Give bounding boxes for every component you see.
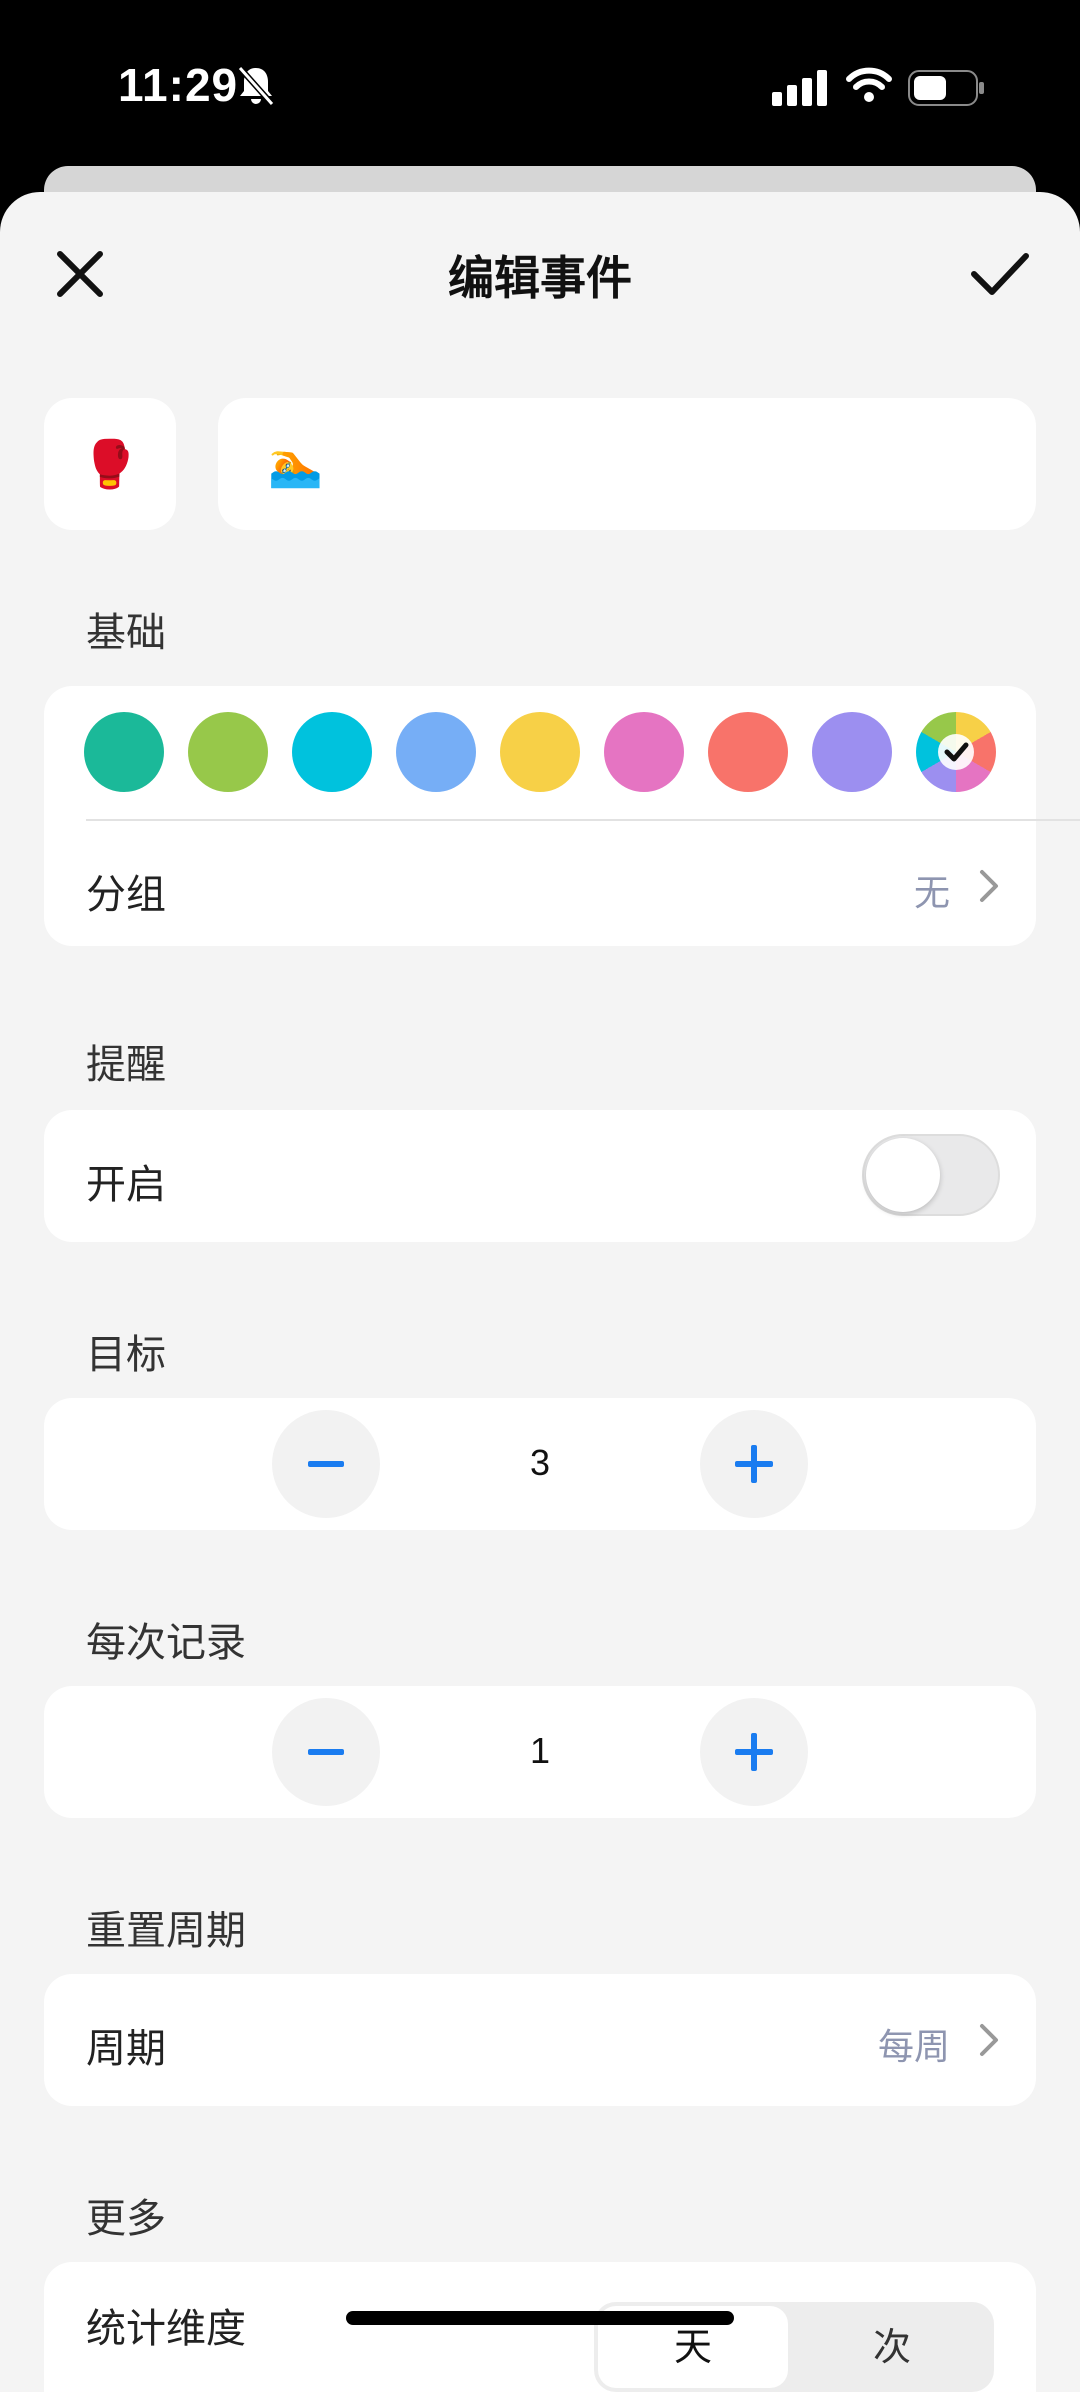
- goal-increment-button[interactable]: [700, 1410, 808, 1518]
- color-swatch[interactable]: [708, 712, 788, 792]
- cellular-signal-icon: [772, 70, 828, 110]
- color-swatch[interactable]: [604, 712, 684, 792]
- per-record-decrement-button[interactable]: [272, 1698, 380, 1806]
- event-name-value: 🏊: [268, 439, 323, 490]
- color-swatch[interactable]: [812, 712, 892, 792]
- checkmark-icon[interactable]: [968, 244, 1032, 304]
- status-time: 11:29: [118, 59, 239, 111]
- nav-bar: 编辑事件: [0, 192, 1080, 342]
- color-swatch[interactable]: [292, 712, 372, 792]
- silent-bell-icon: [236, 64, 276, 112]
- wifi-icon: [846, 66, 892, 108]
- section-title-reset: 重置周期: [86, 1908, 246, 1954]
- segment-option-count[interactable]: 次: [794, 2306, 990, 2388]
- custom-color-swatch[interactable]: [916, 712, 996, 792]
- plus-icon: [735, 1733, 773, 1771]
- stats-dimension-label: 统计维度: [86, 2306, 246, 2352]
- chevron-right-icon: [980, 870, 998, 902]
- group-label: 分组: [86, 872, 166, 918]
- section-title-goal: 目标: [86, 1332, 166, 1378]
- plus-icon: [735, 1445, 773, 1483]
- toggle-knob: [866, 1138, 940, 1212]
- chevron-right-icon: [980, 2024, 998, 2056]
- page-title: 编辑事件: [448, 251, 632, 305]
- section-title-reminder: 提醒: [86, 1042, 166, 1088]
- minus-icon: [308, 1461, 344, 1467]
- event-name-input[interactable]: 🏊: [218, 398, 1036, 530]
- group-value: 无: [914, 873, 951, 914]
- period-row[interactable]: 周期 每周: [44, 1974, 1036, 2106]
- goal-decrement-button[interactable]: [272, 1410, 380, 1518]
- color-swatch[interactable]: [500, 712, 580, 792]
- edit-event-sheet: 编辑事件 🥊 🏊 基础 分组 无 提醒 开启 目标 3 每次记录 1 重置周期 …: [0, 192, 1080, 2392]
- goal-value: 3: [529, 1442, 551, 1483]
- reminder-enable-label: 开启: [86, 1162, 166, 1208]
- reminder-toggle[interactable]: [862, 1134, 1000, 1216]
- section-title-more: 更多: [86, 2196, 166, 2242]
- per-record-value: 1: [529, 1730, 551, 1771]
- per-record-increment-button[interactable]: [700, 1698, 808, 1806]
- color-picker: [84, 712, 1000, 792]
- section-title-per-record: 每次记录: [86, 1620, 246, 1666]
- color-swatch[interactable]: [84, 712, 164, 792]
- period-value: 每周: [878, 2027, 951, 2068]
- home-indicator: [346, 2311, 734, 2325]
- selected-check-icon: [938, 734, 974, 770]
- section-title-basics: 基础: [86, 610, 166, 656]
- period-label: 周期: [86, 2026, 166, 2072]
- minus-icon: [308, 1749, 344, 1755]
- event-icon: 🥊: [81, 436, 139, 491]
- color-swatch[interactable]: [396, 712, 476, 792]
- status-bar: 11:29: [0, 0, 1080, 170]
- color-swatch[interactable]: [188, 712, 268, 792]
- event-icon-picker[interactable]: 🥊: [44, 398, 176, 530]
- battery-icon: [908, 70, 986, 110]
- group-row[interactable]: 分组 无: [44, 822, 1036, 946]
- divider: [86, 819, 1080, 821]
